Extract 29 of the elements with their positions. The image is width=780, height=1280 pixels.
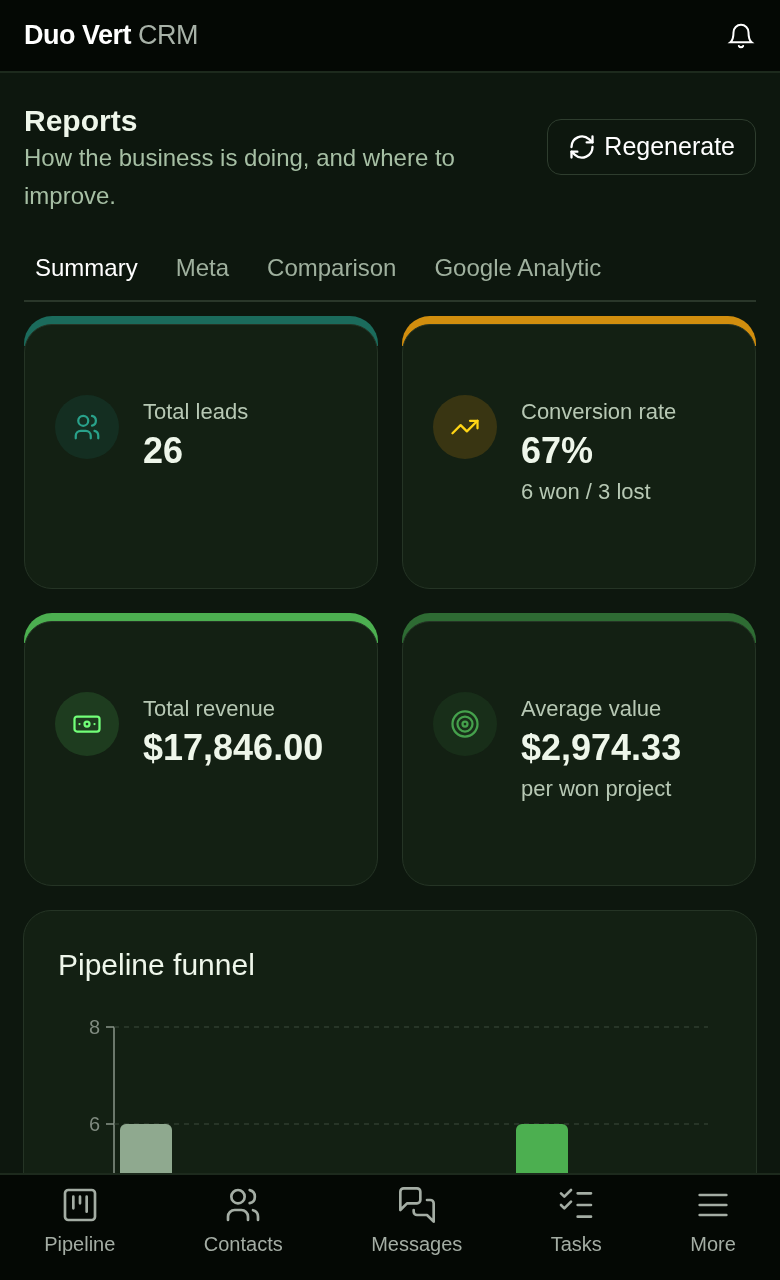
stat-value: 26 — [143, 428, 185, 473]
stat-note: per won project — [521, 774, 673, 803]
stat-note: 6 won / 3 lost — [521, 477, 652, 506]
stat-label: Total revenue — [143, 694, 277, 723]
nav-item[interactable]: Pipeline — [40, 1175, 120, 1269]
refresh-icon — [568, 133, 597, 161]
axis-tick-label: 6 — [88, 1112, 100, 1135]
nav-item[interactable]: More — [686, 1175, 740, 1269]
page-subtitle: How the business is doing, and where to improve. — [24, 143, 456, 212]
stat-label: Total leads — [143, 397, 249, 426]
regenerate-button[interactable]: Regenerate — [547, 119, 756, 175]
stat-label: Average value — [521, 694, 663, 723]
target-icon — [450, 708, 480, 739]
nav-item[interactable]: Contacts — [199, 1175, 287, 1269]
app-brand: Duo Vert CRM — [24, 19, 199, 53]
tab[interactable]: Google Analytic — [423, 239, 613, 300]
nav-item[interactable]: Tasks — [546, 1175, 606, 1269]
tab[interactable]: Summary — [24, 239, 149, 300]
stat-value: $17,846.00 — [143, 725, 324, 770]
nav-item[interactable]: Messages — [367, 1175, 467, 1269]
stat-label: Conversion rate — [521, 397, 677, 426]
chat-bubbles-icon — [396, 1185, 437, 1225]
axis-tick-label: 8 — [88, 1015, 100, 1038]
tab[interactable]: Comparison — [256, 239, 408, 300]
chart-title: Pipeline funnel — [58, 946, 256, 983]
page-title: Reports — [24, 103, 139, 139]
stat-value: $2,974.33 — [521, 725, 682, 770]
stat-value: 67% — [521, 428, 595, 473]
tab[interactable]: Meta — [164, 239, 241, 300]
